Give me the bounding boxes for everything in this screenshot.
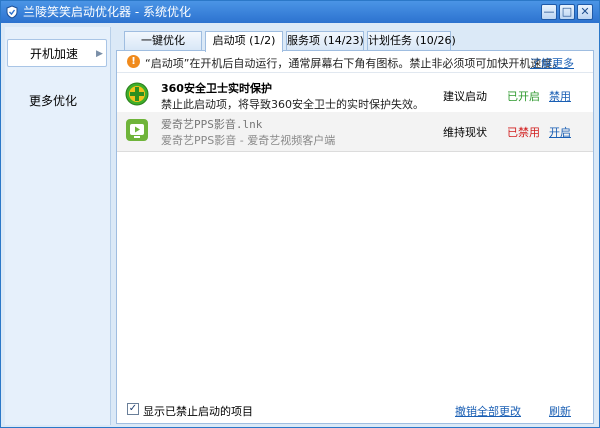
minimize-button[interactable]: — — [541, 4, 557, 20]
sidebar-item-boot-speedup[interactable]: 开机加速 ▶ — [7, 39, 107, 67]
tab-services[interactable]: 服务项 (14/23) — [286, 31, 364, 51]
sidebar-item-more-optimization[interactable]: 更多优化 — [7, 87, 107, 115]
sidebar: 开机加速 ▶ 更多优化 — [5, 27, 111, 425]
tab-scheduled-tasks[interactable]: 计划任务 (10/26) — [367, 31, 456, 51]
tab-startup-items[interactable]: 启动项 (1/2) — [205, 31, 283, 52]
enable-link[interactable]: 开启 — [549, 124, 571, 140]
warning-icon: ! — [127, 55, 140, 68]
close-button[interactable]: ✕ — [577, 4, 593, 20]
shield-icon — [6, 5, 18, 19]
item-advice: 维持现状 — [443, 126, 487, 139]
item-description: 爱奇艺PPS影音 - 爱奇艺视频客户端 — [161, 134, 336, 147]
info-notice: ! “启动项”在开机后自动运行，通常屏幕右下角有图标。禁止非必须项可加快开机速度… — [117, 51, 593, 73]
revert-all-link[interactable]: 撤销全部更改 — [455, 403, 521, 419]
item-advice: 建议启动 — [443, 90, 487, 103]
item-title: 360安全卫士实时保护 — [161, 82, 272, 95]
disable-link[interactable]: 禁用 — [549, 88, 571, 104]
refresh-link[interactable]: 刷新 — [549, 403, 571, 419]
360-safe-icon — [125, 82, 149, 106]
sidebar-item-label: 开机加速 — [30, 47, 79, 61]
item-title: 爱奇艺PPS影音.lnk — [161, 118, 263, 131]
sidebar-item-label: 更多优化 — [29, 94, 78, 108]
chevron-right-icon: ▶ — [96, 49, 103, 59]
list-item[interactable]: 360安全卫士实时保护 禁止此启动项，将导致360安全卫士的实时保护失效。 建议… — [117, 76, 593, 116]
tab-one-click-optimize[interactable]: 一键优化 — [124, 31, 202, 51]
footer-bar: ✓ 显示已禁止启动的项目 撤销全部更改 刷新 — [117, 398, 593, 422]
window-title: 兰陵笑笑启动优化器 - 系统优化 — [23, 5, 191, 19]
checkbox-label: 显示已禁止启动的项目 — [143, 405, 253, 418]
item-description: 禁止此启动项，将导致360安全卫士的实时保护失效。 — [161, 98, 424, 111]
iqiyi-icon — [126, 119, 148, 141]
learn-more-link[interactable]: 了解更多 — [530, 55, 574, 71]
list-item[interactable]: 爱奇艺PPS影音.lnk 爱奇艺PPS影音 - 爱奇艺视频客户端 维持现状 已禁… — [117, 112, 593, 152]
notice-text: “启动项”在开机后自动运行，通常屏幕右下角有图标。禁止非必须项可加快开机速度。 — [145, 57, 564, 70]
status-badge: 已禁用 — [507, 126, 540, 139]
status-badge: 已开启 — [507, 90, 540, 103]
show-disabled-checkbox[interactable]: ✓ — [127, 403, 139, 415]
maximize-button[interactable]: □ — [559, 4, 575, 20]
title-bar[interactable]: 兰陵笑笑启动优化器 - 系统优化 — □ ✕ — [1, 1, 599, 23]
